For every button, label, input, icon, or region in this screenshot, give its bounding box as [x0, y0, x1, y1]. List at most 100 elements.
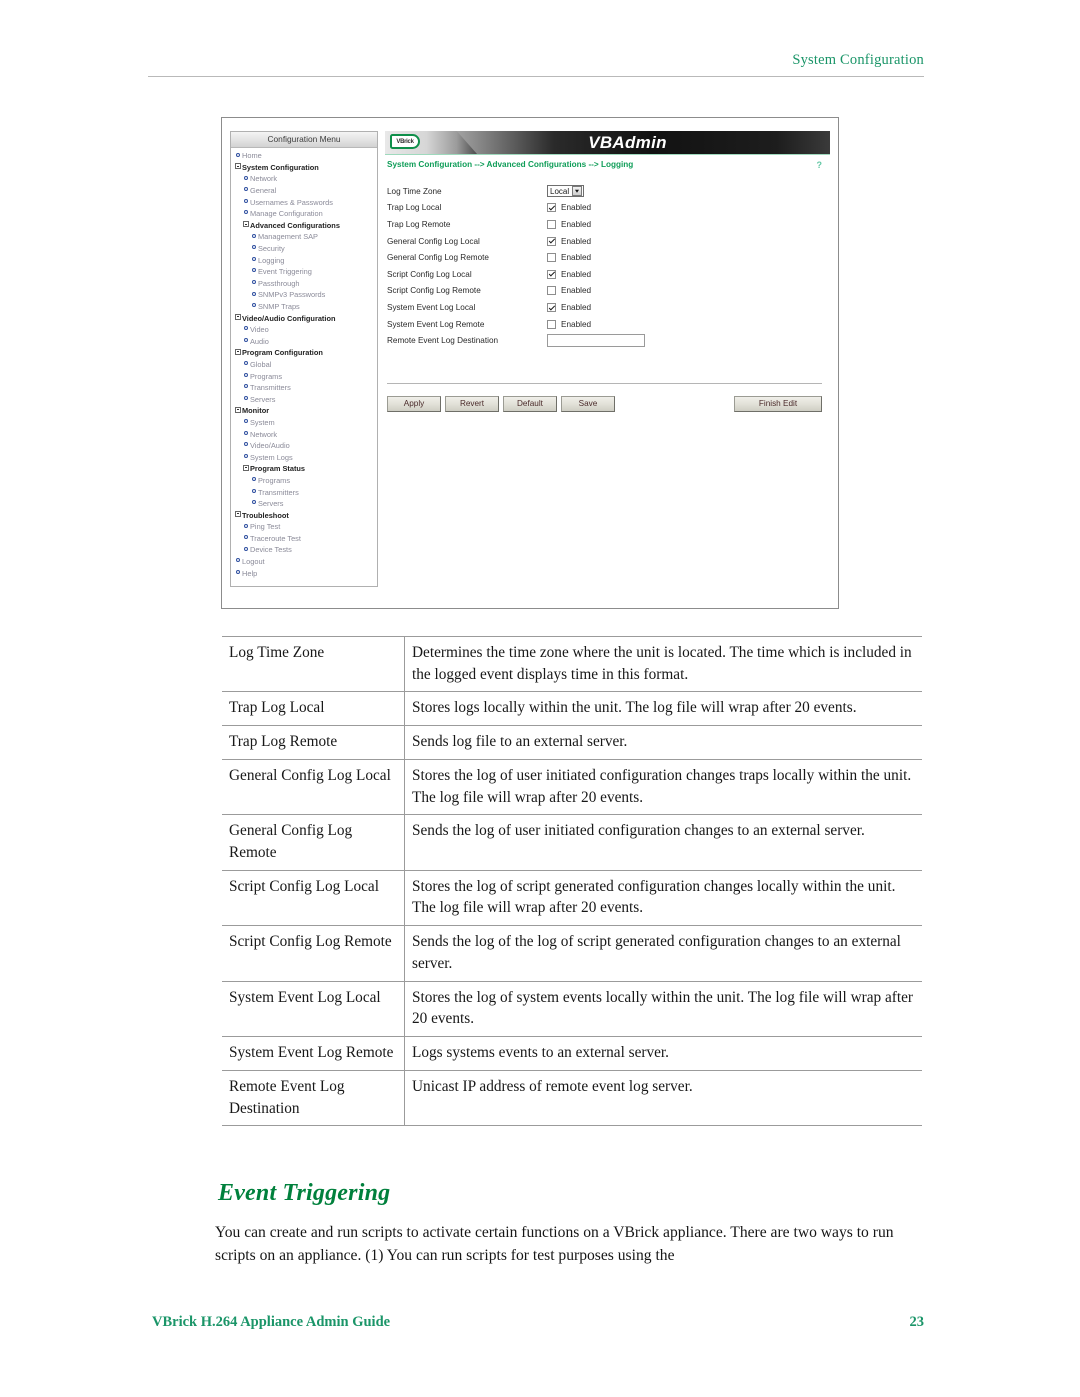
- script-config-log-remote-checkbox[interactable]: [547, 286, 556, 296]
- sidebar-item-system-configuration[interactable]: System Configuration: [231, 162, 377, 174]
- bullet-icon: [241, 338, 250, 345]
- default-button[interactable]: Default: [503, 396, 557, 412]
- breadcrumb: System Configuration --> Advanced Config…: [387, 160, 634, 169]
- table-cell-description: Sends log file to an external server.: [404, 725, 922, 760]
- system-event-log-remote-checkbox[interactable]: [547, 319, 556, 329]
- sidebar-item-home[interactable]: Home: [231, 150, 377, 162]
- form-label-trap-log-local: Trap Log Local: [387, 203, 442, 213]
- sidebar-item-program-status[interactable]: Program Status: [231, 463, 377, 475]
- sidebar-item-network[interactable]: Network: [231, 428, 377, 440]
- table-cell-term: Script Config Log Local: [222, 869, 405, 927]
- sidebar-item-label: Transmitters: [250, 383, 291, 393]
- sidebar-item-program-configuration[interactable]: Program Configuration: [231, 347, 377, 359]
- bullet-icon: [241, 395, 250, 403]
- table-row: System Event Log Remote Logs systems even…: [222, 1036, 922, 1071]
- sidebar-item-advanced-configurations[interactable]: Advanced Configurations: [231, 220, 377, 232]
- sidebar-item-video-audio-configuration[interactable]: Video/Audio Configuration: [231, 312, 377, 324]
- sidebar-item-manage-configuration[interactable]: Manage Configuration: [231, 208, 377, 220]
- logging-definition-table: Log Time Zone Determines the time zone wh…: [222, 635, 922, 1127]
- apply-button[interactable]: Apply: [387, 396, 441, 412]
- sidebar-item-servers[interactable]: Servers: [231, 393, 377, 405]
- bullet-icon: [233, 558, 242, 565]
- bullet-icon: [241, 361, 250, 368]
- sidebar-item-system-logs[interactable]: System Logs: [231, 451, 377, 463]
- sidebar-item-label: Audio: [250, 336, 269, 346]
- script-config-log-local-checkbox[interactable]: [547, 269, 556, 279]
- expand-collapse-icon: [241, 221, 250, 230]
- table-row: Log Time Zone Determines the time zone wh…: [222, 635, 922, 693]
- form-row-remote-event-log-destination: Remote Event Log Destination: [385, 332, 830, 349]
- sidebar-item-video[interactable]: Video: [231, 324, 377, 336]
- sidebar-item-security[interactable]: Security: [231, 243, 377, 255]
- table-cell-description: Unicast IP address of remote event log s…: [404, 1069, 922, 1127]
- sidebar-item-general[interactable]: General: [231, 185, 377, 197]
- sidebar-item-label: Network: [250, 174, 278, 184]
- sidebar-item-help[interactable]: Help: [231, 567, 377, 579]
- remote-event-log-destination-input[interactable]: [547, 334, 645, 348]
- bullet-icon: [241, 546, 250, 554]
- sidebar-item-passthrough[interactable]: Passthrough: [231, 278, 377, 290]
- bullet-icon: [249, 291, 258, 299]
- sidebar-item-label: Traceroute Test: [250, 533, 301, 543]
- form-control-wrap: Enabled: [547, 269, 591, 279]
- finish-edit-button[interactable]: Finish Edit: [734, 396, 822, 412]
- table-cell-description: Stores the log of script generated confi…: [404, 869, 922, 927]
- form-row-general-config-log-remote: General Config Log Remote Enabled: [385, 249, 830, 266]
- sidebar-item-label: Help: [242, 568, 258, 578]
- app-title: VBAdmin: [588, 133, 667, 152]
- expand-collapse-icon: [233, 163, 242, 172]
- revert-button[interactable]: Revert: [445, 396, 499, 412]
- sidebar-item-event-triggering[interactable]: Event Triggering: [231, 266, 377, 278]
- trap-log-remote-checkbox[interactable]: [547, 219, 556, 229]
- sidebar-item-monitor[interactable]: Monitor: [231, 405, 377, 417]
- sidebar-item-device-tests[interactable]: Device Tests: [231, 544, 377, 556]
- sidebar-item-transmitters[interactable]: Transmitters: [231, 486, 377, 498]
- sidebar-item-snmpv3-passwords[interactable]: SNMPv3 Passwords: [231, 289, 377, 301]
- sidebar-item-label: Program Status: [250, 464, 306, 474]
- expand-collapse-icon: [233, 510, 242, 520]
- sidebar-item-label: Video/Audio: [250, 441, 290, 451]
- sidebar-item-programs[interactable]: Programs: [231, 475, 377, 487]
- sidebar-item-audio[interactable]: Audio: [231, 336, 377, 348]
- vbrick-logo-icon: VBrick: [390, 134, 420, 149]
- expand-collapse-icon: [233, 348, 242, 358]
- sidebar-item-logout[interactable]: Logout: [231, 556, 377, 568]
- system-event-log-local-checkbox[interactable]: [547, 302, 556, 312]
- sidebar-item-label: System: [250, 417, 275, 427]
- sidebar-item-programs[interactable]: Programs: [231, 370, 377, 382]
- general-config-log-remote-checkbox[interactable]: [547, 253, 556, 263]
- page-running-head: System Configuration: [792, 52, 924, 68]
- sidebar-item-servers[interactable]: Servers: [231, 498, 377, 510]
- form-label-log-time-zone: Log Time Zone: [387, 186, 442, 196]
- bullet-icon: [249, 280, 258, 287]
- sidebar-item-traceroute-test[interactable]: Traceroute Test: [231, 533, 377, 545]
- help-link-icon[interactable]: ?: [817, 160, 823, 170]
- sidebar-item-global[interactable]: Global: [231, 359, 377, 371]
- expand-collapse-icon: [241, 464, 250, 474]
- sidebar-item-label: Servers: [250, 394, 276, 404]
- select-value: Local: [550, 186, 570, 196]
- sidebar-item-video-audio[interactable]: Video/Audio: [231, 440, 377, 452]
- sidebar-item-label: Manage Configuration: [250, 209, 323, 219]
- table-row: General Config Log Remote Sends the log o…: [222, 814, 922, 871]
- sidebar-item-network[interactable]: Network: [231, 173, 377, 185]
- form-control-wrap: [547, 334, 645, 348]
- sidebar-item-system[interactable]: System: [231, 417, 377, 429]
- sidebar-item-label: General: [250, 186, 277, 196]
- general-config-log-local-checkbox[interactable]: [547, 236, 556, 246]
- form-control-wrap: Enabled: [547, 236, 591, 246]
- sidebar-item-ping-test[interactable]: Ping Test: [231, 521, 377, 533]
- sidebar-item-management-sap[interactable]: Management SAP: [231, 231, 377, 243]
- form-control-wrap: Enabled: [547, 253, 591, 263]
- sidebar-item-label: Passthrough: [258, 278, 300, 288]
- sidebar-item-snmp-traps[interactable]: SNMP Traps: [231, 301, 377, 313]
- bullet-icon: [249, 488, 258, 496]
- log-time-zone-select[interactable]: Local: [547, 185, 585, 198]
- sidebar-item-troubleshoot[interactable]: Troubleshoot: [231, 509, 377, 521]
- sidebar-item-transmitters[interactable]: Transmitters: [231, 382, 377, 394]
- sidebar-item-logging[interactable]: Logging: [231, 254, 377, 266]
- sidebar-item-usernames-passwords[interactable]: Usernames & Passwords: [231, 196, 377, 208]
- save-button[interactable]: Save: [561, 396, 615, 412]
- trap-log-local-checkbox[interactable]: [547, 203, 556, 213]
- bullet-icon: [241, 384, 250, 391]
